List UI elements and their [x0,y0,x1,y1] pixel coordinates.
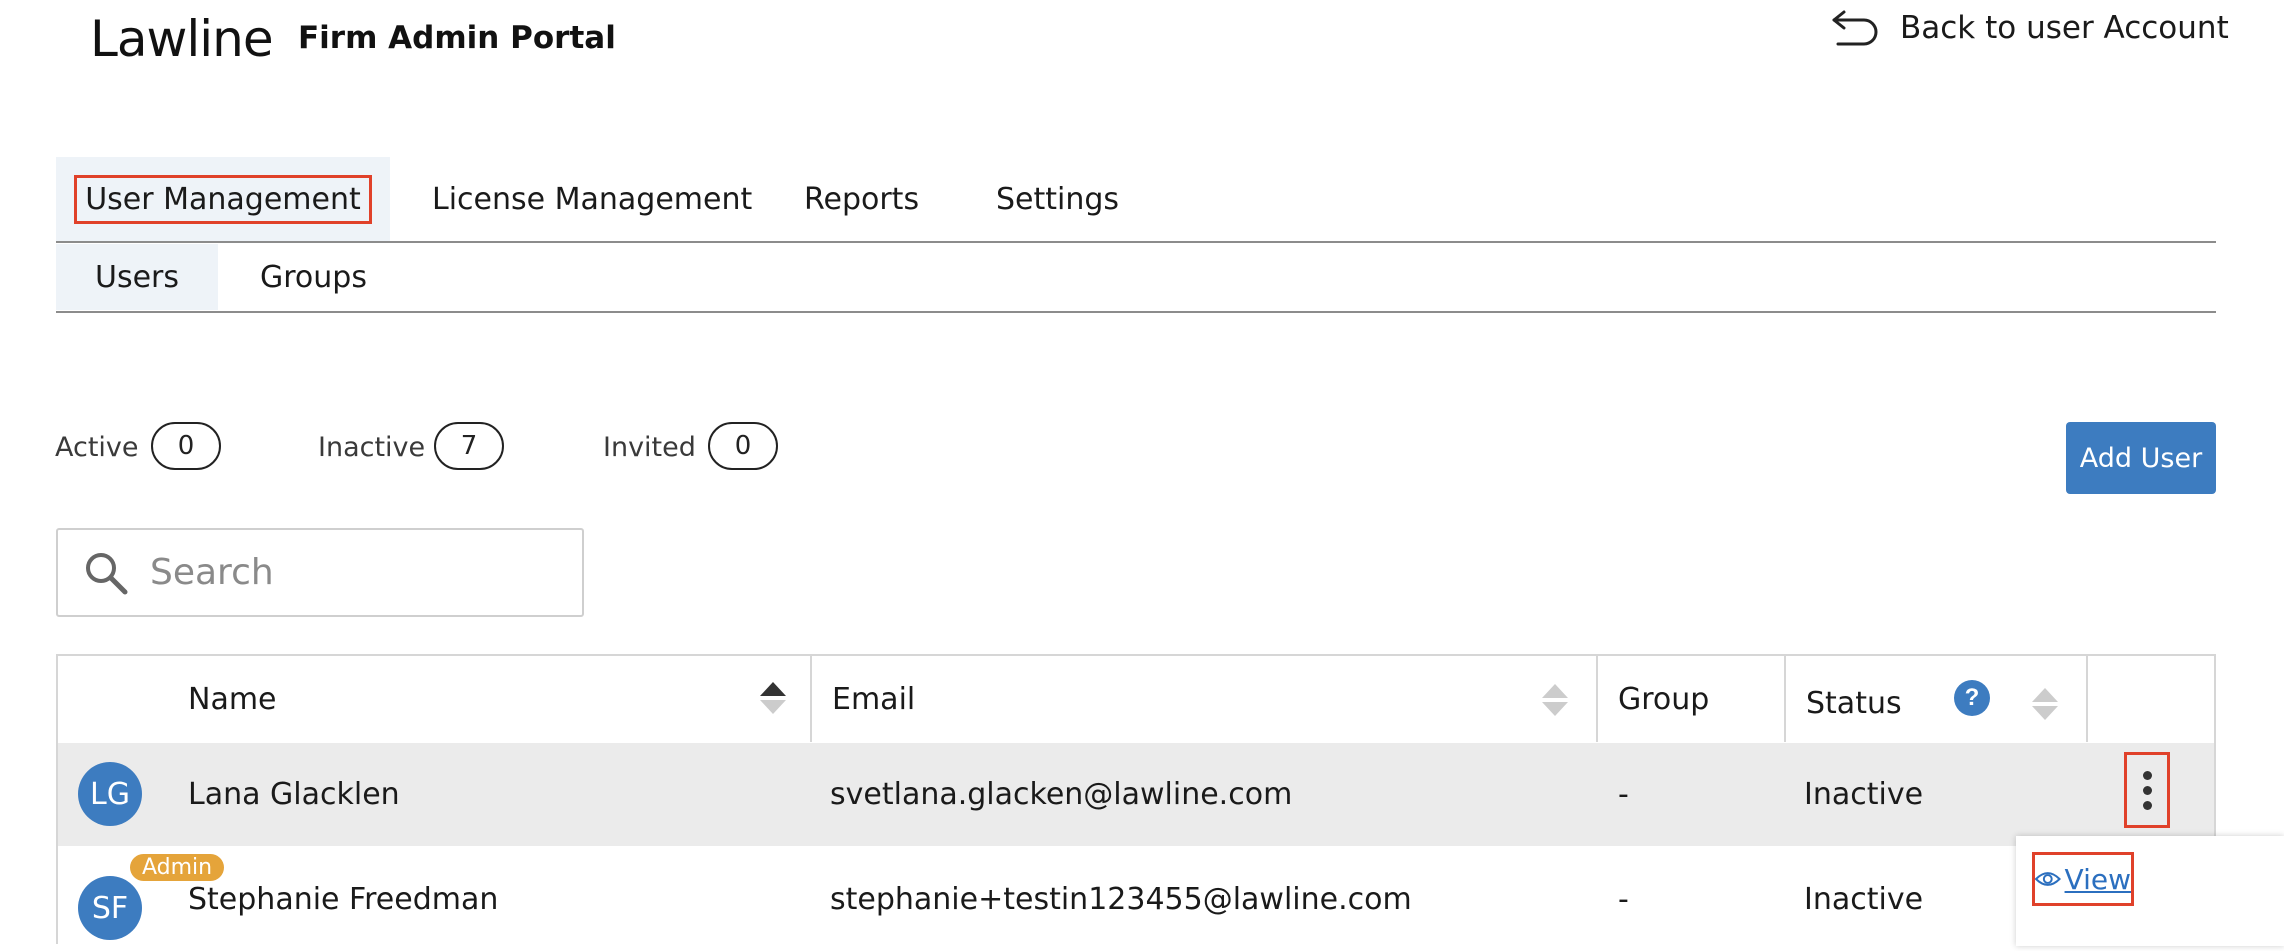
eye-icon [2035,872,2061,886]
view-label: View [2064,862,2131,896]
logo-text: Lawline [90,10,274,68]
column-divider [1784,656,1786,742]
inactive-count-label: Inactive [318,432,426,463]
back-link-label: Back to user Account [1900,10,2229,46]
tabs-divider [56,241,2216,243]
user-name: Stephanie Freedman [188,882,499,917]
kebab-dot [2142,770,2152,780]
invited-count-badge[interactable]: 0 [708,422,778,470]
user-group: - [1618,777,1629,812]
search-icon [86,552,128,594]
add-user-button[interactable]: Add User [2066,422,2216,494]
kebab-dot [2142,785,2152,795]
tab-license-management[interactable]: License Management [432,157,752,241]
row-action-menu: View [2016,836,2284,946]
column-header-group: Group [1618,681,1710,717]
column-header-status[interactable]: Status [1806,660,1902,746]
status-help-icon[interactable]: ? [1954,680,1990,716]
inactive-count-badge[interactable]: 7 [434,422,504,470]
user-group: - [1618,882,1629,917]
undo-arrow-icon [1832,10,1878,46]
column-header-name[interactable]: Name [188,656,277,742]
sort-email-icon[interactable] [1540,682,1570,718]
row-actions-kebab-icon[interactable] [2124,752,2170,828]
subtabs-divider [56,311,2216,313]
column-divider [1596,656,1598,742]
users-table: Name Email Group Status ? LG Lana Glackl… [56,654,2216,949]
lawline-logo[interactable]: Lawline [90,10,274,68]
tab-settings[interactable]: Settings [996,157,1119,241]
search-box[interactable] [56,528,584,617]
tab-reports[interactable]: Reports [804,157,919,241]
active-count-badge[interactable]: 0 [151,422,221,470]
avatar: LG [78,762,142,826]
column-divider [2086,656,2088,742]
table-row[interactable]: LG Lana Glacklen svetlana.glacken@lawlin… [58,743,2214,846]
subtab-groups[interactable]: Groups [260,244,367,310]
column-divider [810,656,812,742]
column-header-email[interactable]: Email [832,656,915,742]
kebab-dot [2142,800,2152,810]
portal-title: Firm Admin Portal [298,20,616,56]
view-user-link[interactable]: View [2032,852,2134,906]
user-name: Lana Glacklen [188,777,400,812]
subtab-users[interactable]: Users [56,244,218,310]
sort-name-icon[interactable] [758,680,788,716]
invited-count-label: Invited [603,432,696,463]
avatar: SF [78,876,142,940]
sort-status-icon[interactable] [2030,686,2060,722]
user-email: stephanie+testin123455@lawline.com [830,882,1412,917]
search-input[interactable] [148,551,552,594]
user-email: svetlana.glacken@lawline.com [830,777,1293,812]
active-count-label: Active [55,432,139,463]
back-to-account-link[interactable]: Back to user Account [1830,8,2229,48]
tab-user-management-label: User Management [74,174,372,224]
user-status: Inactive [1804,777,1924,812]
tab-user-management[interactable]: User Management [56,157,390,241]
user-status: Inactive [1804,882,1924,917]
